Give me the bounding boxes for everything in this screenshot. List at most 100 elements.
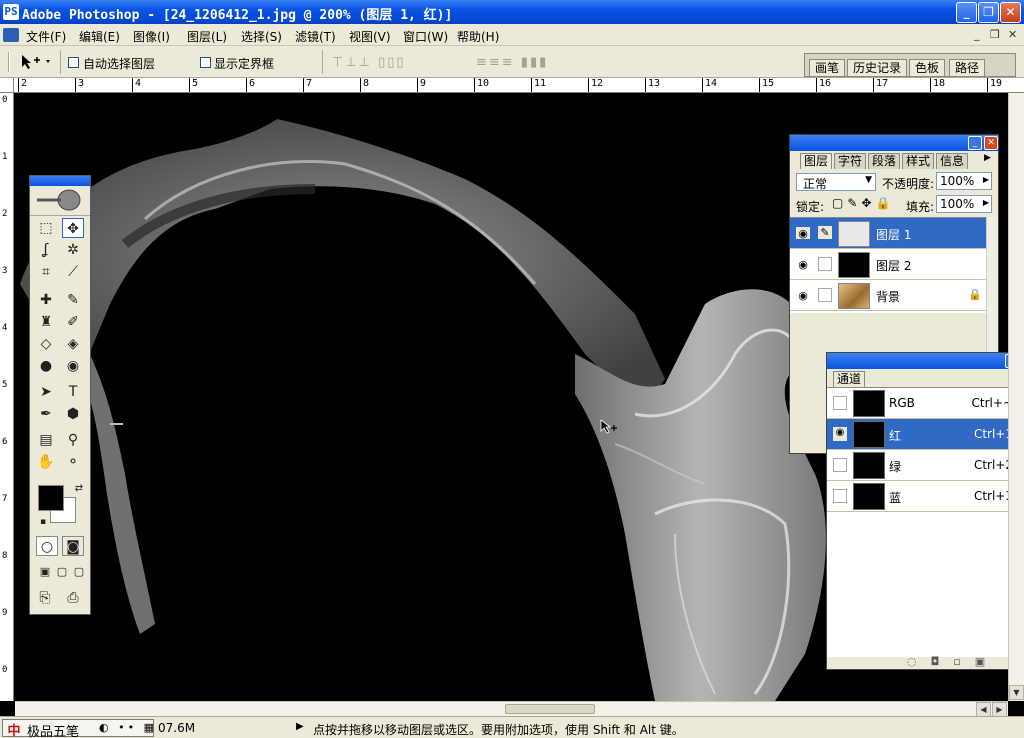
marquee-tool-icon[interactable]: ⬚ xyxy=(35,218,57,238)
doc-minimize-button[interactable]: _ xyxy=(974,28,980,41)
menu-layer[interactable]: 图层(L) xyxy=(187,28,227,45)
align-buttons-icon[interactable]: ⊤⊥⊥ ▯▯▯ xyxy=(332,55,406,70)
shape-tool-icon[interactable]: ⬢ xyxy=(62,404,84,424)
close-button[interactable]: ✕ xyxy=(1000,2,1021,23)
ruler-origin[interactable] xyxy=(0,78,14,93)
tab-channels[interactable]: 通道 xyxy=(833,371,866,387)
menu-help[interactable]: 帮助(H) xyxy=(457,28,499,45)
lock-options-icon[interactable]: ▢✎✥🔒 xyxy=(832,196,894,210)
layer-row-layer-1[interactable]: ◉ ✎ 图层 1 xyxy=(790,218,986,249)
menu-image[interactable]: 图像(I) xyxy=(133,28,170,45)
lasso-tool-icon[interactable]: ʆ xyxy=(35,240,57,260)
menu-filter[interactable]: 滤镜(T) xyxy=(295,28,336,45)
brush-link-icon[interactable]: ✎ xyxy=(818,226,832,239)
scroll-right-arrow-icon[interactable]: ▶ xyxy=(992,702,1007,717)
ime-logo-icon[interactable]: 中 xyxy=(4,720,24,738)
healing-brush-tool-icon[interactable]: ✚ xyxy=(35,290,57,310)
eye-slot[interactable] xyxy=(833,489,847,503)
layer-row-layer-2[interactable]: ◉ 图层 2 xyxy=(790,249,986,280)
magic-wand-tool-icon[interactable]: ✲ xyxy=(62,240,84,260)
menu-view[interactable]: 视图(V) xyxy=(349,28,391,45)
standard-mode-icon[interactable]: ○ xyxy=(36,536,58,556)
panel-close-icon[interactable]: ✕ xyxy=(984,136,998,150)
doc-close-button[interactable]: ✕ xyxy=(1008,28,1017,41)
foreground-color-swatch[interactable] xyxy=(38,485,64,511)
distribute-buttons-icon[interactable]: ≡≡≡ ▮▮▮ xyxy=(476,55,548,70)
doc-restore-button[interactable]: ❐ xyxy=(990,28,1000,41)
ime-toolbar[interactable]: 中 极品五笔 ◐ •• ▦ xyxy=(2,719,157,738)
tab-styles[interactable]: 样式 xyxy=(902,153,935,169)
eraser-tool-icon[interactable]: ◇ xyxy=(35,334,57,354)
history-brush-tool-icon[interactable]: ✐ xyxy=(62,312,84,332)
menu-file[interactable]: 文件(F) xyxy=(26,28,66,45)
eye-slot[interactable] xyxy=(833,396,847,410)
scroll-down-arrow-icon[interactable]: ▼ xyxy=(1009,685,1024,700)
menu-window[interactable]: 窗口(W) xyxy=(403,28,448,45)
horizontal-scrollbar[interactable]: ◀ ▶ xyxy=(15,701,1008,717)
tab-layers[interactable]: 图层 xyxy=(800,153,833,169)
type-tool-icon[interactable]: T xyxy=(62,382,84,402)
eye-icon[interactable]: ◉ xyxy=(796,258,810,271)
horizontal-scroll-thumb[interactable] xyxy=(505,704,595,714)
tab-swatches[interactable]: 色板 xyxy=(909,59,946,76)
default-colors-icon[interactable]: ▪ xyxy=(32,512,54,532)
channels-panel-title-bar[interactable]: _ xyxy=(827,353,1023,369)
tab-paths[interactable]: 路径 xyxy=(949,59,986,76)
adobe-online-icon[interactable] xyxy=(30,186,90,216)
paint-bucket-tool-icon[interactable]: ◈ xyxy=(62,334,84,354)
toolbox-title-bar[interactable] xyxy=(30,176,90,186)
eye-icon[interactable]: ◉ xyxy=(796,227,810,240)
eye-icon[interactable]: ◉ xyxy=(833,427,847,441)
tab-character[interactable]: 字符 xyxy=(834,153,867,169)
tab-history[interactable]: 历史记录 xyxy=(847,59,908,76)
minimize-button[interactable]: _ xyxy=(956,2,977,23)
swap-colors-icon[interactable]: ⇄ xyxy=(68,479,90,499)
menu-edit[interactable]: 编辑(E) xyxy=(79,28,120,45)
vertical-scrollbar[interactable]: ▼ xyxy=(1008,93,1024,701)
fill-field[interactable]: 100% ▶ xyxy=(936,195,992,213)
menu-select[interactable]: 选择(S) xyxy=(241,28,282,45)
brush-tool-icon[interactable]: ✎ xyxy=(62,290,84,310)
auto-select-layer-checkbox[interactable] xyxy=(68,57,79,68)
panel-menu-arrow-icon[interactable]: ▶ xyxy=(984,153,991,163)
document-icon[interactable] xyxy=(3,28,19,42)
eyedropper-tool-icon[interactable]: ⚲ xyxy=(62,430,84,450)
channel-row-blue[interactable]: 蓝 Ctrl+3 xyxy=(827,481,1019,512)
tab-brushes[interactable]: 画笔 xyxy=(809,59,846,76)
crop-tool-icon[interactable]: ⌗ xyxy=(35,262,57,282)
horizontal-ruler[interactable]: 2 3 4 5 6 7 8 9 10 11 12 13 14 15 16 17 18 19 xyxy=(14,78,1024,93)
move-tool-icon[interactable]: ✥ xyxy=(62,218,84,238)
status-menu-arrow-icon[interactable]: ▶ xyxy=(296,721,304,732)
dodge-tool-icon[interactable]: ◉ xyxy=(62,356,84,376)
channel-row-rgb[interactable]: RGB Ctrl+~ xyxy=(827,388,1019,419)
tab-paragraph[interactable]: 段落 xyxy=(868,153,901,169)
zoom-tool-icon[interactable]: ⚬ xyxy=(62,452,84,472)
blur-tool-icon[interactable]: ● xyxy=(35,356,57,376)
layer-row-background[interactable]: ◉ 背景 🔒 xyxy=(790,280,986,311)
notes-tool-icon[interactable]: ▤ xyxy=(35,430,57,450)
ime-mode-icons[interactable]: ◐ •• ▦ xyxy=(99,721,157,734)
hand-tool-icon[interactable]: ✋ xyxy=(35,452,57,472)
channel-row-green[interactable]: 绿 Ctrl+2 xyxy=(827,450,1019,481)
vertical-ruler[interactable]: 0 1 2 3 4 5 6 7 8 9 0 xyxy=(0,93,14,701)
restore-button[interactable]: ❐ xyxy=(978,2,999,23)
blend-mode-select[interactable]: 正常 ▼ xyxy=(796,173,876,191)
opacity-slider-arrow-icon[interactable]: ▶ xyxy=(983,175,989,184)
opacity-field[interactable]: 100% ▶ xyxy=(936,172,992,190)
move-tool-preset-icon[interactable] xyxy=(20,54,52,70)
jump-to-imageready-icon[interactable]: ⎘ xyxy=(34,588,56,608)
eye-slot[interactable] xyxy=(833,458,847,472)
eye-icon[interactable]: ◉ xyxy=(796,289,810,302)
tab-info[interactable]: 信息 xyxy=(936,153,969,169)
show-bounds-checkbox[interactable] xyxy=(200,57,211,68)
scroll-left-arrow-icon[interactable]: ◀ xyxy=(976,702,991,717)
slice-tool-icon[interactable]: ⟋ xyxy=(62,262,84,282)
full-screen-mode-icon[interactable]: ▢ xyxy=(68,562,90,582)
panel-minimize-icon[interactable]: _ xyxy=(968,136,982,150)
channel-action-buttons[interactable]: ◌◘▫▣ xyxy=(907,655,999,668)
quick-mask-mode-icon[interactable]: ◙ xyxy=(62,536,84,556)
link-icon[interactable] xyxy=(818,288,832,302)
layers-panel-title-bar[interactable]: _ ✕ xyxy=(790,135,998,151)
clone-stamp-tool-icon[interactable]: ♜ xyxy=(35,312,57,332)
link-icon[interactable] xyxy=(818,257,832,271)
